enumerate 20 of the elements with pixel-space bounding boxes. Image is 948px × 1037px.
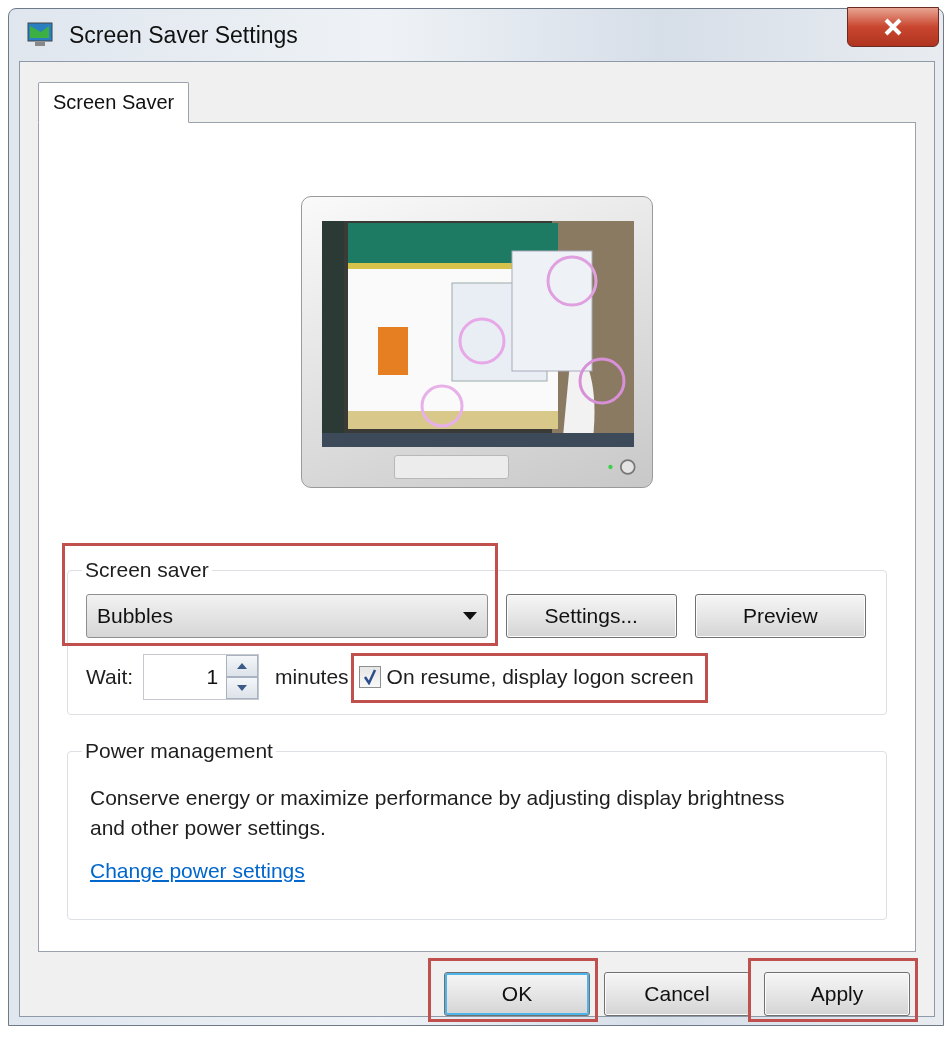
wait-label: Wait: — [86, 665, 134, 689]
close-button[interactable] — [847, 7, 939, 47]
checkbox-label: On resume, display logon screen — [386, 665, 694, 689]
close-icon — [883, 18, 903, 36]
logon-checkbox[interactable] — [358, 666, 381, 688]
preview-button[interactable]: Preview — [694, 594, 866, 638]
dialog-button[interactable]: Apply — [764, 972, 910, 1016]
power-settings-link[interactable]: Change power settings — [90, 859, 305, 883]
dialog-button[interactable]: Cancel — [604, 972, 750, 1016]
minutes-label: minutes — [275, 665, 349, 689]
dialog-button[interactable]: OK — [444, 972, 590, 1016]
window-title: Screen Saver Settings — [69, 21, 298, 49]
settings-button[interactable]: Settings... — [506, 594, 677, 638]
power-button-icon — [606, 457, 636, 477]
checkmark-icon — [362, 669, 377, 685]
monitor-icon — [27, 22, 55, 48]
screen-saver-dropdown[interactable]: Bubbles — [86, 594, 488, 638]
power-description: Conserve energy or maximize performance by adjusting display brightness and other power settings. — [90, 785, 786, 841]
tab[interactable]: Screen Saver — [38, 82, 190, 123]
caret-icon — [463, 612, 477, 620]
